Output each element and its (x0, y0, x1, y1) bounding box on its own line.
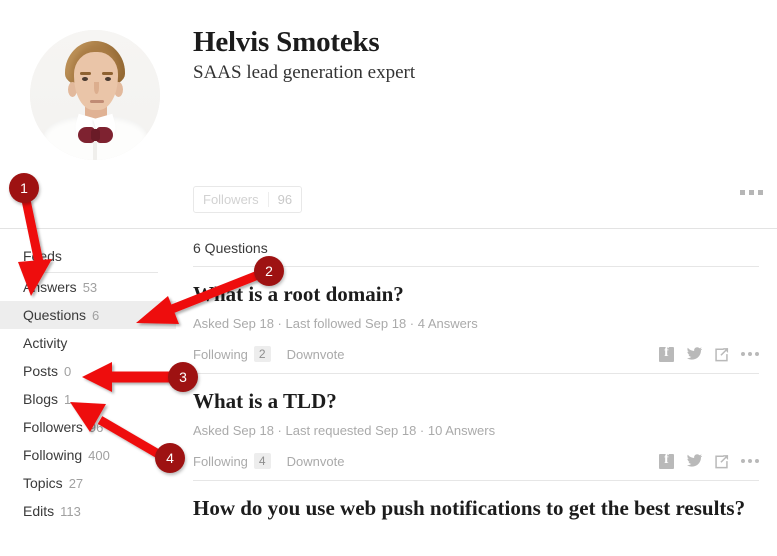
sidebar-item-label: Following (23, 447, 83, 463)
profile-tagline: SAAS lead generation expert (193, 62, 416, 83)
ellipsis-icon (741, 352, 745, 357)
avatar-brow-right (102, 72, 113, 75)
sidebar-item-count: 96 (88, 420, 104, 435)
share-icon[interactable] (714, 454, 729, 469)
sidebar-item-answers[interactable]: Answers 53 (0, 273, 176, 301)
share-icon[interactable] (714, 347, 729, 362)
question-more-options-button[interactable] (741, 352, 759, 357)
share-actions (659, 345, 759, 362)
sidebar-item-count: 400 (88, 448, 110, 463)
sidebar-item-topics[interactable]: Topics 27 (0, 469, 176, 497)
profile-more-options-button[interactable] (740, 190, 763, 195)
sidebar: Feeds Answers 53 Questions 6 Activity Po… (0, 240, 176, 525)
sidebar-item-followers[interactable]: Followers 96 (0, 413, 176, 441)
sidebar-item-label: Questions (23, 307, 87, 323)
question-meta: Asked Sep 18 · Last requested Sep 18 · 1… (193, 423, 496, 439)
sidebar-item-count: 6 (92, 308, 100, 323)
sidebar-item-label: Answers (23, 279, 77, 295)
sidebar-item-label: Edits (23, 503, 55, 519)
avatar[interactable] (30, 30, 160, 160)
following-button[interactable]: Following 2 (193, 346, 271, 363)
sidebar-item-count: 1 (64, 392, 72, 407)
question-actions: Following 4 Downvote (193, 451, 759, 471)
following-label: Following (193, 346, 248, 362)
sidebar-item-count: 113 (60, 504, 81, 519)
ellipsis-icon (755, 352, 759, 357)
downvote-button[interactable]: Downvote (287, 454, 345, 469)
facebook-icon[interactable] (659, 452, 674, 469)
ellipsis-icon (740, 190, 745, 195)
followers-button[interactable]: Followers 96 (193, 186, 303, 213)
avatar-eye-right (105, 77, 111, 81)
sidebar-item-blogs[interactable]: Blogs 1 (0, 385, 176, 413)
header-divider (0, 228, 777, 229)
ellipsis-icon (741, 459, 745, 464)
avatar-brow-left (80, 72, 91, 75)
sidebar-item-label: Activity (23, 335, 68, 351)
question-title[interactable]: How do you use web push notifications to… (193, 496, 759, 520)
page-title: Helvis Smoteks (193, 26, 380, 58)
avatar-bowtie-knot (91, 129, 100, 141)
sidebar-item-count: 0 (64, 364, 72, 379)
following-count: 2 (253, 346, 271, 363)
ellipsis-icon (755, 459, 759, 464)
following-count: 4 (253, 453, 271, 470)
followers-label: Followers (203, 192, 259, 207)
facebook-icon[interactable] (659, 345, 674, 362)
sidebar-item-label: Followers (23, 419, 83, 435)
sidebar-item-count: 53 (82, 280, 98, 295)
ellipsis-icon (758, 190, 763, 195)
question-list-item: How do you use web push notifications to… (193, 481, 759, 529)
sidebar-item-following[interactable]: Following 400 (0, 441, 176, 469)
twitter-icon[interactable] (686, 454, 702, 468)
question-title[interactable]: What is a TLD? (193, 389, 759, 413)
profile-page: Helvis Smoteks SAAS lead generation expe… (0, 0, 777, 556)
question-more-options-button[interactable] (741, 459, 759, 464)
followers-count: 96 (277, 192, 293, 207)
questions-feed: 6 Questions What is a root domain? Asked… (193, 240, 759, 529)
question-title[interactable]: What is a root domain? (193, 282, 759, 306)
question-list-item: What is a root domain? Asked Sep 18 · La… (193, 267, 759, 373)
question-list-item: What is a TLD? Asked Sep 18 · Last reque… (193, 374, 759, 480)
sidebar-item-label: Posts (23, 363, 59, 379)
sidebar-item-questions[interactable]: Questions 6 (0, 301, 176, 329)
following-button[interactable]: Following 4 (193, 453, 271, 470)
profile-header: Helvis Smoteks SAAS lead generation expe… (0, 0, 777, 228)
avatar-eye-left (82, 77, 88, 81)
feed-heading: 6 Questions (193, 240, 268, 256)
share-actions (659, 452, 759, 469)
downvote-button[interactable]: Downvote (287, 347, 345, 362)
ellipsis-icon (748, 352, 752, 357)
sidebar-item-activity[interactable]: Activity (0, 329, 176, 357)
following-label: Following (193, 453, 248, 469)
sidebar-title: Feeds (23, 248, 62, 264)
sidebar-item-edits[interactable]: Edits 113 (0, 497, 176, 525)
avatar-nose (94, 82, 99, 94)
sidebar-item-count: 27 (68, 476, 84, 491)
sidebar-item-posts[interactable]: Posts 0 (0, 357, 176, 385)
ellipsis-icon (749, 190, 754, 195)
sidebar-item-label: Blogs (23, 391, 59, 407)
question-meta: Asked Sep 18 · Last followed Sep 18 · 4 … (193, 316, 478, 332)
avatar-mouth (90, 100, 104, 103)
ellipsis-icon (748, 459, 752, 464)
sidebar-item-label: Topics (23, 475, 63, 491)
twitter-icon[interactable] (686, 347, 702, 361)
avatar-photo (30, 30, 160, 160)
question-actions: Following 2 Downvote (193, 344, 759, 364)
